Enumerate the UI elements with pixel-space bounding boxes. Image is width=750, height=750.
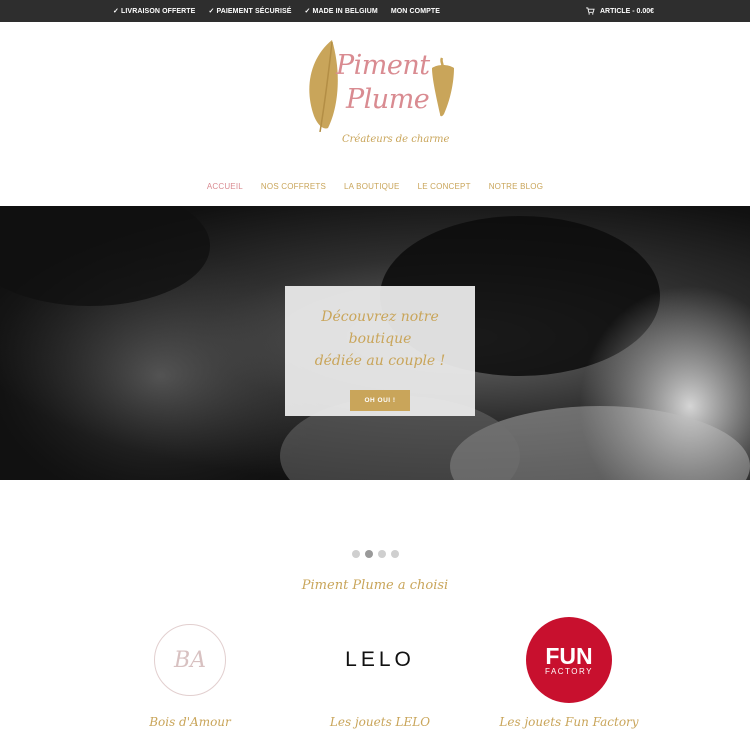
my-account-link[interactable]: MON COMPTE: [391, 8, 440, 15]
brand-caption[interactable]: Les jouets Fun Factory: [489, 715, 649, 729]
nav-item-nos-coffrets[interactable]: NOS COFFRETS: [261, 182, 326, 191]
hero-heading-line-2: dédiée au couple !: [314, 353, 446, 369]
cart-link[interactable]: ARTICLE - 0.00€: [586, 0, 654, 22]
cart-icon: [586, 7, 595, 15]
secure-payment-link[interactable]: ✓ PAIEMENT SÉCURISÉ: [208, 7, 291, 15]
fun-factory-logo-word-2: FACTORY: [545, 666, 593, 676]
hero-banner: Découvrez notre boutique dédiée au coupl…: [0, 206, 750, 480]
hero-cta-button[interactable]: OH OUI !: [350, 390, 410, 411]
logo-word-plume: Plume: [346, 84, 430, 115]
hero-heading: Découvrez notre boutique dédiée au coupl…: [285, 306, 475, 372]
made-in-belgium-link[interactable]: ✓ MADE IN BELGIUM: [305, 7, 378, 15]
fun-factory-logo: FUN FACTORY: [526, 617, 612, 703]
hero-heading-line-1: Découvrez notre boutique: [321, 309, 439, 347]
site-logo[interactable]: Piment Plume Créateurs de charme: [300, 38, 465, 158]
bois-damour-logo: BA: [154, 624, 226, 696]
hero-callout: Découvrez notre boutique dédiée au coupl…: [285, 286, 475, 416]
carousel-dot[interactable]: [390, 550, 399, 558]
nav-item-notre-blog[interactable]: NOTRE BLOG: [489, 182, 543, 191]
pepper-icon: [432, 57, 454, 117]
brand-lelo[interactable]: LELO Les jouets LELO: [300, 615, 460, 729]
carousel-dot-active[interactable]: [364, 550, 373, 558]
brand-caption[interactable]: Les jouets LELO: [300, 715, 460, 729]
top-bar: ✓ LIVRAISON OFFERTE ✓ PAIEMENT SÉCURISÉ …: [0, 0, 750, 22]
cart-summary: ARTICLE - 0.00€: [600, 7, 655, 15]
brands-section-title: Piment Plume a choisi: [301, 578, 449, 593]
brand-caption[interactable]: Bois d'Amour: [110, 715, 270, 729]
top-bar-links: ✓ LIVRAISON OFFERTE ✓ PAIEMENT SÉCURISÉ …: [113, 0, 453, 22]
nav-item-accueil[interactable]: ACCUEIL: [207, 182, 243, 191]
lelo-logo: LELO: [345, 648, 415, 671]
free-shipping-link[interactable]: ✓ LIVRAISON OFFERTE: [113, 7, 195, 15]
carousel-dot[interactable]: [377, 550, 386, 558]
fun-factory-logo-word-1: FUN: [545, 642, 593, 669]
brand-bois-damour[interactable]: BA Bois d'Amour: [110, 615, 270, 729]
nav-item-la-boutique[interactable]: LA BOUTIQUE: [344, 182, 400, 191]
carousel-dot[interactable]: [351, 550, 360, 558]
logo-tagline: Créateurs de charme: [342, 134, 450, 145]
main-nav: ACCUEIL NOS COFFRETS LA BOUTIQUE LE CONC…: [0, 182, 750, 191]
brand-fun-factory[interactable]: FUN FACTORY Les jouets Fun Factory: [489, 615, 649, 729]
carousel-dots: [0, 550, 750, 558]
logo-word-piment: Piment: [336, 50, 430, 81]
nav-item-le-concept[interactable]: LE CONCEPT: [418, 182, 471, 191]
